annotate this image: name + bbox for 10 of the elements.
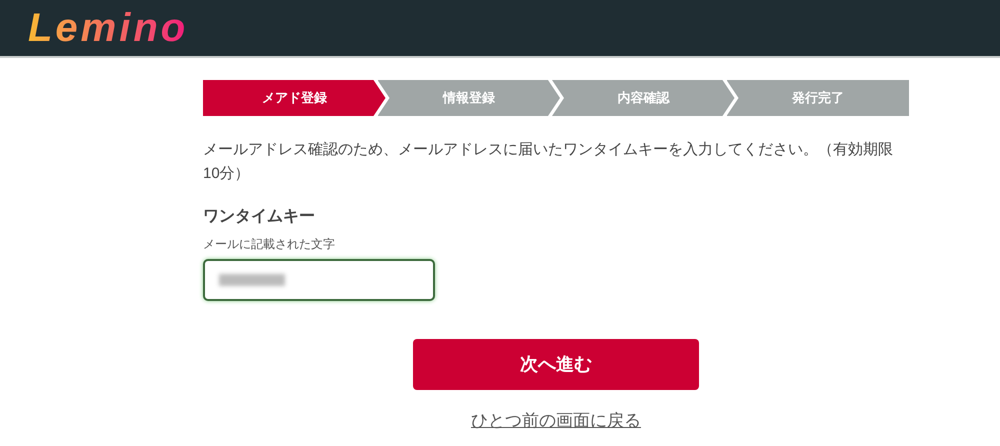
step-indicator: 内容確認 [552,80,734,116]
step-indicator: メアド登録 [203,80,386,116]
step-indicator: 情報登録 [378,80,560,116]
instructions-text: メールアドレス確認のため、メールアドレスに届いたワンタイムキーを入力してください。（有効期限10分） [203,140,894,184]
one-time-key-field[interactable] [203,259,435,301]
step-indicator: 発行完了 [726,80,909,116]
field-label: ワンタイムキー [203,207,315,227]
field-hint: メールに記載された文字 [203,236,335,253]
back-link[interactable]: ひとつ前の画面に戻る [471,408,641,434]
next-button[interactable]: 次へ進む [413,339,699,390]
